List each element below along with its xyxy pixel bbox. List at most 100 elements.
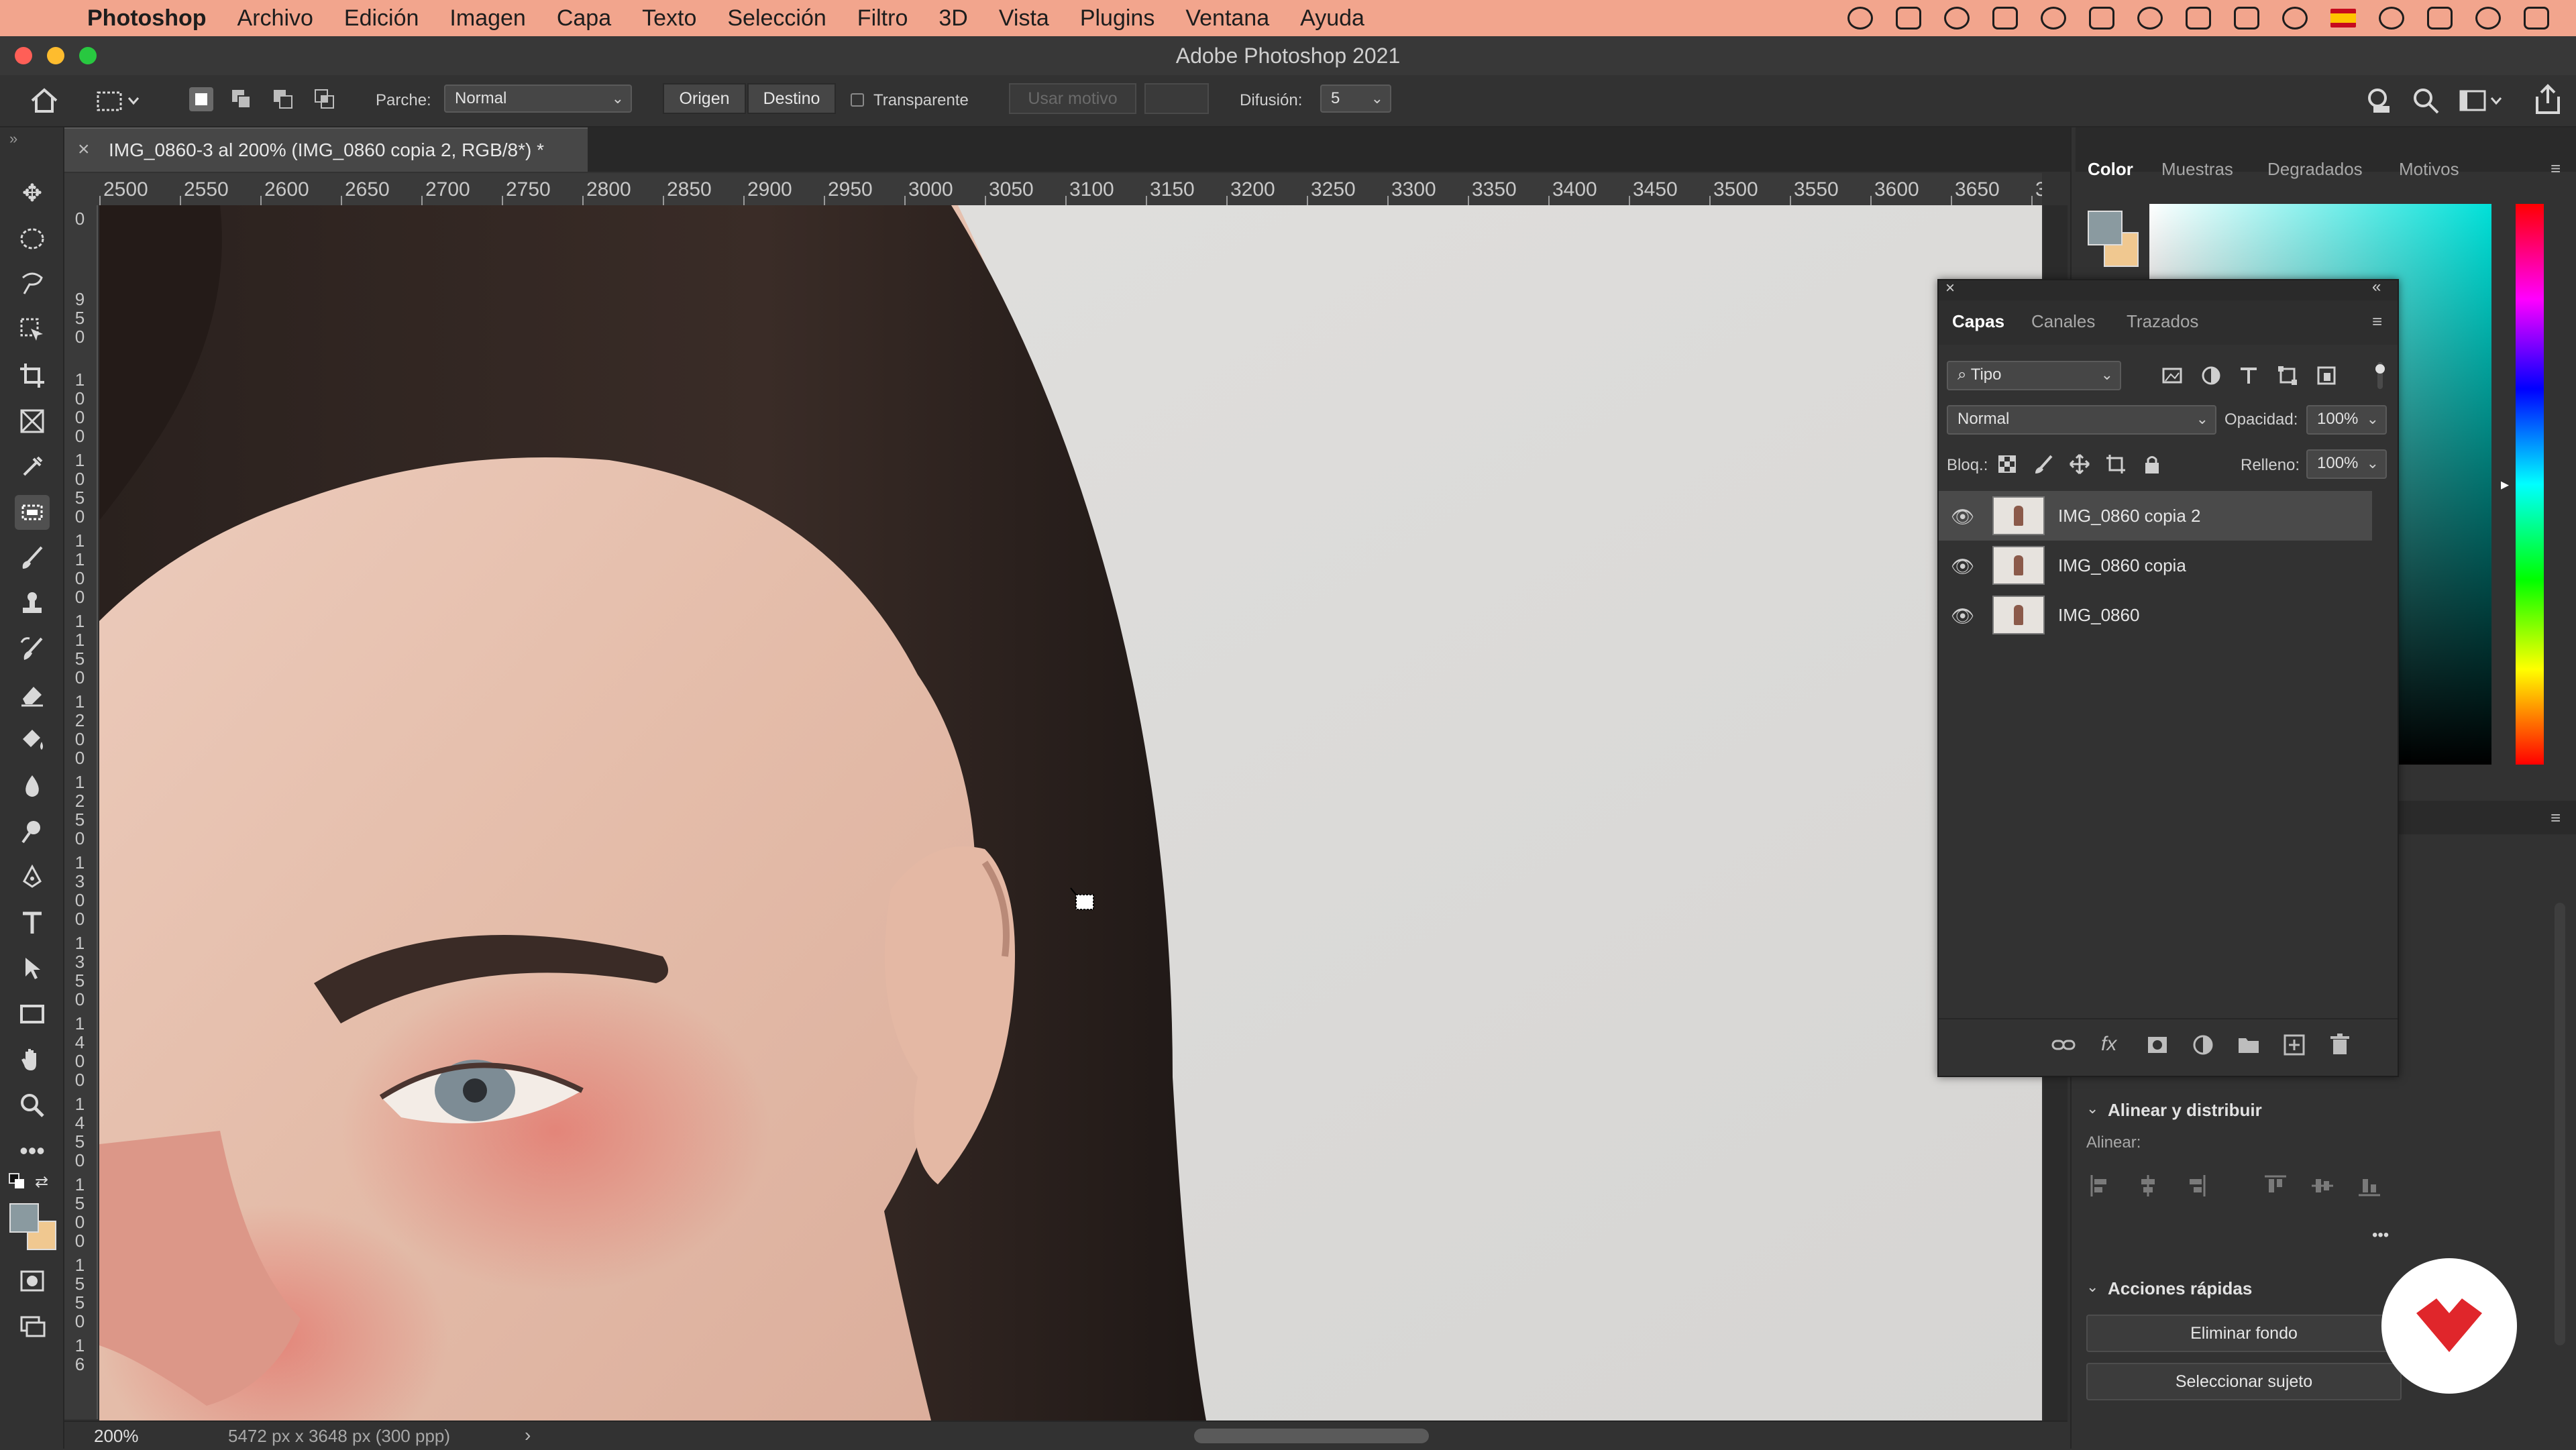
fill-field[interactable]: 100% ⌄ [2306,449,2387,479]
align-right-icon[interactable] [2183,1174,2207,1198]
more-tools-icon[interactable]: ••• [15,1133,50,1168]
eye-icon[interactable]: 👁 [1951,555,1975,577]
tab-layers[interactable]: Capas [1952,311,2004,332]
link-layers-icon[interactable] [2051,1033,2076,1062]
zoom-tool-icon[interactable] [15,1088,50,1123]
bluetooth-icon[interactable] [2379,7,2404,30]
color-fg-swatch[interactable] [2088,211,2123,245]
menu-filtro[interactable]: Filtro [857,5,908,32]
panel-menu-icon[interactable]: ≡ [2551,158,2561,179]
tab-color[interactable]: Color [2088,159,2133,180]
s-app-icon[interactable] [2137,7,2163,30]
eyedropper-tool-icon[interactable] [15,449,50,484]
status-more-arrow[interactable]: › [525,1425,531,1446]
quick-actions-heading[interactable]: Acciones rápidas [2108,1278,2252,1299]
spain-flag-icon[interactable] [2330,9,2356,27]
new-selection-button[interactable] [189,87,213,111]
new-group-icon[interactable] [2237,1033,2261,1062]
filter-smart-object-icon[interactable] [2316,365,2337,386]
quick-mask-icon[interactable] [15,1264,50,1298]
align-top-icon[interactable] [2263,1174,2288,1198]
eye-icon[interactable]: 👁 [1951,605,1975,627]
teamviewer-icon[interactable] [1896,7,1921,30]
layer-effects-button[interactable]: fx [2101,1033,2116,1056]
crop-tool-icon[interactable] [15,358,50,393]
layers-menu-icon[interactable]: ≡ [2372,311,2382,332]
apple-icon[interactable] [27,0,63,36]
menu-app[interactable]: Photoshop [87,5,207,32]
home-icon[interactable] [27,85,62,115]
tab-channels[interactable]: Canales [2031,311,2095,332]
lasso-tool-icon[interactable] [15,267,50,302]
screen-mode-icon[interactable] [15,1309,50,1344]
calendar-app-icon[interactable] [1992,7,2018,30]
source-button[interactable]: Origen [663,83,746,114]
object-selection-tool-icon[interactable] [15,313,50,347]
pattern-picker[interactable] [1144,83,1209,114]
layer-filter-dropdown[interactable]: ⌕ Tipo ⌄ [1947,361,2121,390]
subtract-selection-button[interactable] [271,87,295,111]
type-tool-icon[interactable] [15,905,50,940]
align-left-icon[interactable] [2089,1174,2113,1198]
new-layer-icon[interactable] [2282,1033,2306,1062]
properties-scrollbar[interactable] [2555,903,2565,1345]
menu-archivo[interactable]: Archivo [237,5,313,32]
workspace-icon[interactable] [2458,86,2505,115]
hue-slider[interactable] [2516,204,2544,765]
eye-icon[interactable]: 👁 [1951,506,1975,528]
select-subject-button[interactable]: Seleccionar sujeto [2086,1363,2402,1400]
destination-button[interactable]: Destino [747,83,836,114]
layer-row[interactable]: 👁 IMG_0860 copia 2 [1939,491,2372,541]
use-pattern-button[interactable]: Usar motivo [1009,83,1136,114]
search-icon[interactable] [2475,7,2501,30]
gender-icon[interactable] [2041,7,2066,30]
stack-icon[interactable] [2089,7,2114,30]
menu-3d[interactable]: 3D [938,5,967,32]
lock-position-icon[interactable] [2069,453,2090,475]
document-canvas[interactable] [99,205,2042,1420]
add-mask-icon[interactable] [2145,1033,2169,1062]
lock-all-icon[interactable] [2141,453,2163,475]
hand-tool-icon[interactable] [15,1042,50,1077]
filter-type-icon[interactable] [2238,365,2259,386]
marquee-tool-icon[interactable] [15,221,50,256]
search-icon[interactable] [2411,86,2440,115]
intersect-selection-button[interactable] [313,87,337,111]
dodge-tool-icon[interactable] [15,814,50,849]
menu-ventana[interactable]: Ventana [1185,5,1269,32]
zoom-level[interactable]: 200% [94,1426,139,1447]
path-selection-tool-icon[interactable] [15,951,50,986]
swap-colors-icon[interactable]: ⇄ [35,1172,48,1192]
tab-paths[interactable]: Trazados [2127,311,2198,332]
eraser-tool-icon[interactable] [15,677,50,712]
menu-ayuda[interactable]: Ayuda [1300,5,1364,32]
filter-pixel-icon[interactable] [2161,365,2183,386]
blur-tool-icon[interactable] [15,769,50,803]
vertical-ruler[interactable]: 0 950 1000 1050 1100 1150 1200 1250 1300 1350 1400… [64,205,98,1419]
tab-swatches[interactable]: Muestras [2161,159,2233,180]
diffusion-dropdown[interactable]: 5 ⌄ [1320,85,1391,113]
patch-mode-dropdown[interactable]: Normal ⌄ [444,85,632,113]
more-options-icon[interactable]: ••• [2372,1226,2389,1245]
filter-toggle-switch[interactable] [2375,361,2385,390]
chevron-down-icon[interactable]: ⌄ [2086,1100,2098,1117]
lock-artboard-icon[interactable] [2105,453,2127,475]
castle-icon[interactable] [2186,7,2211,30]
menu-seleccion[interactable]: Selección [727,5,826,32]
horizontal-ruler[interactable]: 2500 2550 2600 2650 2700 2750 2800 2850 2900 2950… [99,173,2042,207]
transparent-checkbox[interactable] [851,93,864,107]
adjustment-layer-icon[interactable] [2191,1033,2215,1062]
display-icon[interactable] [2234,7,2259,30]
menu-edicion[interactable]: Edición [344,5,419,32]
layer-row[interactable]: 👁 IMG_0860 copia [1939,541,2372,590]
tab-gradients[interactable]: Degradados [2267,159,2363,180]
align-distribute-heading[interactable]: Alinear y distribuir [2108,1100,2262,1121]
align-vcenter-icon[interactable] [2310,1174,2334,1198]
stamp-tool-icon[interactable] [15,586,50,621]
close-panel-icon[interactable]: × [1945,279,1955,298]
close-tab-icon[interactable]: × [78,138,90,161]
layers-panel-header[interactable] [1939,280,2398,300]
chevron-down-icon[interactable]: ⌄ [2086,1278,2098,1296]
foreground-color-swatch[interactable] [9,1203,39,1233]
lock-transparency-icon[interactable] [1996,453,2018,475]
